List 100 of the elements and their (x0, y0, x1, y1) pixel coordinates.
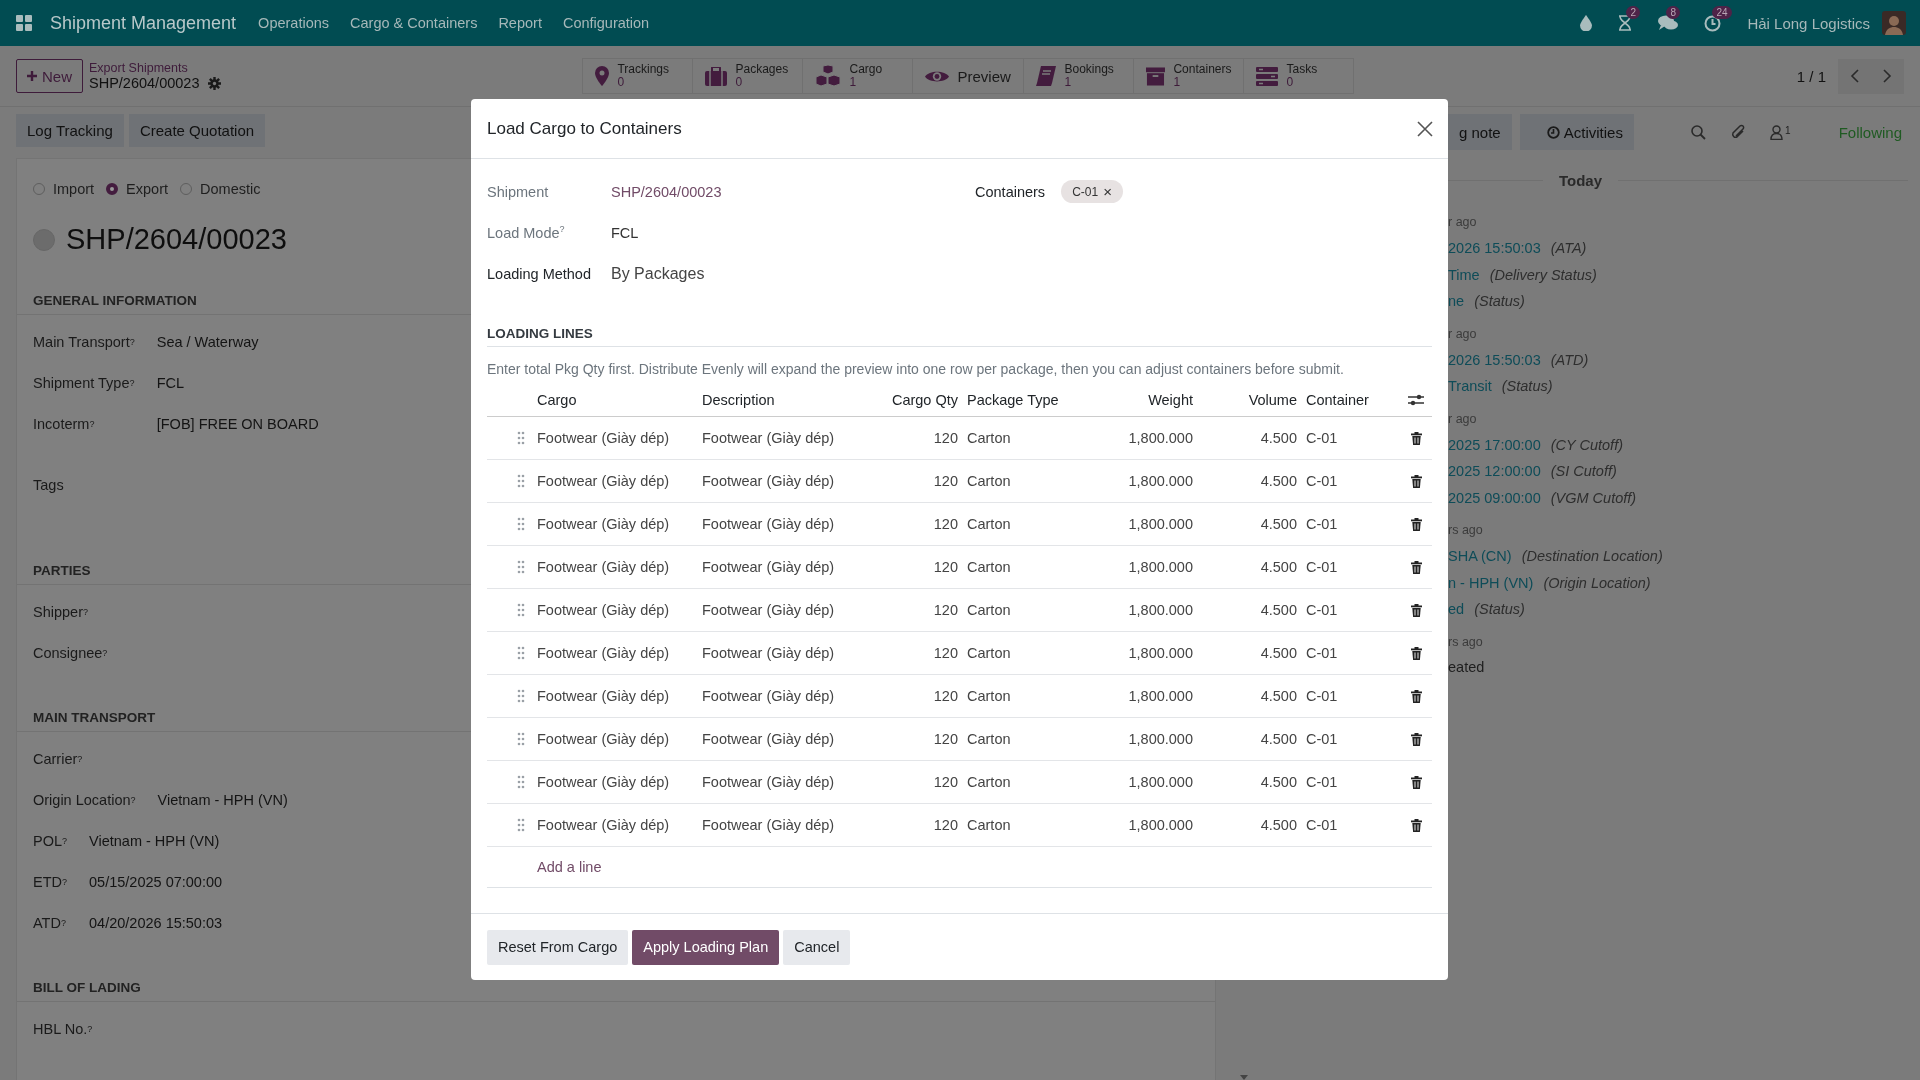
clock-icon[interactable] (1704, 14, 1722, 32)
column-header[interactable]: Weight (1148, 391, 1193, 408)
table-cell-text: C-01 (1305, 817, 1339, 833)
tasks-icon (1256, 66, 1279, 86)
dialog-button[interactable]: Reset From Cargo (487, 929, 629, 965)
table-cell-text: Carton (966, 817, 1012, 833)
paperclip-icon[interactable] (1730, 123, 1747, 141)
field-label: Load Mode$^{?}$ (487, 224, 566, 241)
drag-handle-icon[interactable] (517, 431, 525, 445)
search-icon[interactable] (1691, 124, 1707, 140)
radio-label[interactable]: Import (53, 181, 95, 197)
smart-button[interactable]: Tasks 0 (1243, 58, 1355, 94)
drag-handle-icon[interactable] (517, 689, 525, 703)
chatter-button[interactable]: g note (1448, 114, 1512, 150)
help-text: Enter total Pkg Qty first. Distribute Evenly will expand the preview into one row per package, then you can adjust containers before submit. (487, 361, 1345, 377)
table-cell: 120 (933, 602, 958, 618)
smart-button[interactable]: Bookings 1 (1023, 58, 1135, 94)
archive-box-icon (1146, 66, 1166, 86)
smart-button[interactable]: Cargo 1 (802, 58, 914, 94)
chatter-button[interactable]: Activities (1519, 114, 1634, 150)
table-cell-text: Footwear (Giày dép) (702, 774, 836, 790)
dialog-title: Load Cargo to Containers (487, 118, 682, 139)
table-cell-text: Carton (966, 774, 1012, 790)
drag-handle-icon[interactable] (517, 560, 525, 574)
drag-handle-icon[interactable] (517, 646, 525, 660)
table-cell-text: Carton (966, 602, 1012, 618)
smart-button[interactable]: Packages 0 (692, 58, 804, 94)
remove-tag-button[interactable]: × (1103, 183, 1112, 200)
menu-item[interactable]: Configuration (562, 15, 650, 31)
drag-handle-icon[interactable] (517, 732, 525, 746)
trash-icon[interactable] (1410, 689, 1422, 703)
menu-item[interactable]: Cargo & Containers (350, 15, 478, 31)
table-cell-text: C-01 (1305, 473, 1339, 489)
column-header[interactable]: Container (1297, 391, 1400, 408)
user-avatar[interactable] (1882, 11, 1906, 35)
table-cell: 4.500 (1260, 559, 1297, 575)
menu-item[interactable]: Report (498, 15, 542, 31)
trash-icon[interactable] (1410, 431, 1422, 445)
drop-icon[interactable] (1580, 15, 1593, 31)
next-button[interactable] (1871, 58, 1904, 94)
table-cell-text: C-01 (1305, 559, 1339, 575)
table-cell: 4.500 (1260, 688, 1297, 704)
previous-button[interactable] (1838, 58, 1871, 94)
table-cell-text: Footwear (Giày dép) (702, 688, 836, 704)
trash-icon[interactable] (1410, 732, 1422, 746)
field-name: (CY Cutoff) (1550, 435, 1623, 455)
table-cell-text: C-01 (1305, 516, 1339, 532)
trash-icon[interactable] (1410, 646, 1422, 660)
field-label: HBL No.$^{?}$ (33, 1019, 93, 1039)
cubes-icon (815, 65, 842, 87)
smart-button[interactable]: Trackings 0 (582, 58, 694, 94)
trash-icon[interactable] (1410, 517, 1422, 531)
changed-value: Time (1448, 265, 1480, 285)
add-line-link[interactable]: Add a line (537, 859, 602, 875)
app-name[interactable]: Shipment Management (50, 12, 237, 34)
column-header[interactable]: Description (702, 391, 862, 408)
new-button[interactable]: New (16, 59, 83, 93)
action-button[interactable]: Log Tracking (16, 114, 124, 147)
company-name[interactable]: Hải Long Logistics (1747, 14, 1870, 32)
drag-handle-icon[interactable] (517, 474, 525, 488)
radio-button[interactable] (106, 183, 119, 195)
table-cell-text: Footwear (Giày dép) (702, 430, 836, 446)
field-label: POL$^{?}$ (33, 831, 68, 851)
smart-button[interactable]: Containers 1 (1133, 58, 1245, 94)
scroll-down-icon[interactable] (1240, 1075, 1248, 1080)
table-cell-text: Footwear (Giày dép) (702, 731, 836, 747)
column-header[interactable]: Package Type (958, 391, 1088, 408)
trash-icon[interactable] (1410, 560, 1422, 574)
column-header[interactable]: Volume (1248, 391, 1297, 408)
drag-handle-icon[interactable] (517, 517, 525, 531)
trash-icon[interactable] (1410, 775, 1422, 789)
trash-icon[interactable] (1410, 603, 1422, 617)
trash-icon[interactable] (1410, 818, 1422, 832)
breadcrumb-link[interactable]: Export Shipments (89, 61, 222, 75)
dialog-button[interactable]: Apply Loading Plan (632, 929, 780, 965)
menu-item[interactable]: Operations (258, 15, 330, 31)
action-button[interactable]: Create Quotation (128, 114, 266, 147)
drag-handle-icon[interactable] (517, 603, 525, 617)
radio-label[interactable]: Export (126, 181, 168, 197)
drag-handle-icon[interactable] (517, 775, 525, 789)
column-header[interactable]: Cargo Qty (891, 391, 958, 408)
sliders-icon[interactable] (1408, 392, 1424, 407)
status-dot[interactable] (33, 228, 55, 251)
drag-handle-icon[interactable] (517, 818, 525, 832)
column-header[interactable]: Cargo (537, 391, 702, 408)
apps-menu-icon[interactable] (16, 15, 32, 31)
smart-button[interactable]: Preview (912, 58, 1025, 94)
table-cell-text: Footwear (Giày dép) (702, 602, 836, 618)
trash-icon[interactable] (1410, 474, 1422, 488)
chat-icon[interactable] (1658, 15, 1679, 31)
table-cell-text: Carton (966, 731, 1012, 747)
dialog-button[interactable]: Cancel (783, 929, 851, 965)
hourglass-icon[interactable] (1618, 15, 1633, 31)
radio-label[interactable]: Domestic (200, 181, 261, 197)
record-link[interactable]: SHP/2604/00023 (611, 183, 975, 200)
close-icon[interactable] (1417, 120, 1433, 137)
changed-value: 2026 15:50:03 (1448, 350, 1541, 370)
gear-icon[interactable] (208, 76, 222, 90)
table-cell-text: Footwear (Giày dép) (537, 645, 671, 661)
person-icon[interactable] (1770, 124, 1784, 140)
